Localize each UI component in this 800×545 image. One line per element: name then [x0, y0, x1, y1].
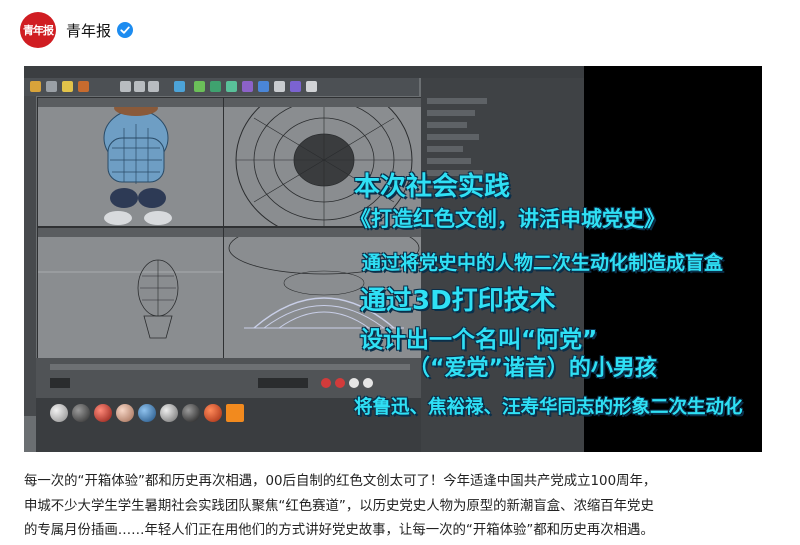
caption-line-3: 的专属月份插画……年轻人们正在用他们的方式讲好党史故事，让每一次的“开箱体验”都… [24, 523, 654, 538]
subtitle-overlay: 本次社会实践 《打造红色文创，讲活申城党史》 通过将党史中的人物二次生动化制造成… [314, 66, 762, 452]
toolbar-tool-icon [30, 81, 41, 92]
avatar-logo-text: 青年报 [23, 24, 54, 37]
toolbar-tool-icon [274, 81, 285, 92]
toolbar-tool-icon [194, 81, 205, 92]
material-swatch [116, 404, 134, 422]
toolbar-tool-icon [226, 81, 237, 92]
toolbar-z-icon [148, 81, 159, 92]
toolbar-tool-icon [210, 81, 221, 92]
material-swatch [226, 404, 244, 422]
overlay-line-1: 本次社会实践 [354, 172, 511, 202]
material-swatch [160, 404, 178, 422]
toolbar-tool-icon [62, 81, 73, 92]
material-swatch [72, 404, 90, 422]
overlay-line-7: 将鲁迅、焦裕禄、汪寿华同志的形象二次生动化 [354, 397, 743, 418]
material-swatch [50, 404, 68, 422]
toolbar-tool-icon [290, 81, 301, 92]
material-swatch [204, 404, 222, 422]
overlay-line-5: 设计出一个名叫“阿党” [360, 327, 598, 353]
toolbar-y-icon [134, 81, 145, 92]
material-swatch [138, 404, 156, 422]
account-avatar[interactable]: 青年报 [20, 12, 56, 48]
toolbar-tool-icon [258, 81, 269, 92]
caption-line-1: 每一次的“开箱体验”都和历史再次相遇，00后自制的红色文创太可了！今年适逢中国共… [24, 474, 657, 489]
app-left-toolbar [24, 96, 36, 416]
post-caption: 每一次的“开箱体验”都和历史再次相遇，00后自制的红色文创太可了！今年适逢中国共… [24, 470, 769, 544]
wireframe-body-graphic [38, 259, 223, 339]
overlay-line-6: （“爱党”谐音）的小男孩 [408, 356, 657, 381]
material-swatch [182, 404, 200, 422]
viewport-front [37, 227, 224, 359]
caption-line-2: 申城不少大学生学生暑期社会实践团队聚焦“红色赛道”，以历史党史人物为原型的新潮盲… [24, 498, 654, 514]
verified-badge-icon [117, 22, 134, 38]
post-video-image[interactable]: 本次社会实践 《打造红色文创，讲活申城党史》 通过将党史中的人物二次生动化制造成… [24, 66, 762, 452]
toolbar-tool-icon [78, 81, 89, 92]
toolbar-tool-icon [242, 81, 253, 92]
overlay-line-3: 通过将党史中的人物二次生动化制造成盲盒 [362, 252, 724, 274]
toolbar-tool-icon [174, 81, 185, 92]
overlay-line-2: 《打造红色文创，讲活申城党史》 [350, 207, 665, 231]
post-header: 青年报 青年报 [20, 12, 134, 48]
toolbar-tool-icon [46, 81, 57, 92]
toolbar-x-icon [120, 81, 131, 92]
viewport-perspective [37, 97, 224, 227]
material-swatch [94, 404, 112, 422]
account-name[interactable]: 青年报 [66, 20, 111, 41]
character-model-graphic [103, 100, 172, 225]
overlay-line-4: 通过3D打印技术 [360, 286, 556, 316]
